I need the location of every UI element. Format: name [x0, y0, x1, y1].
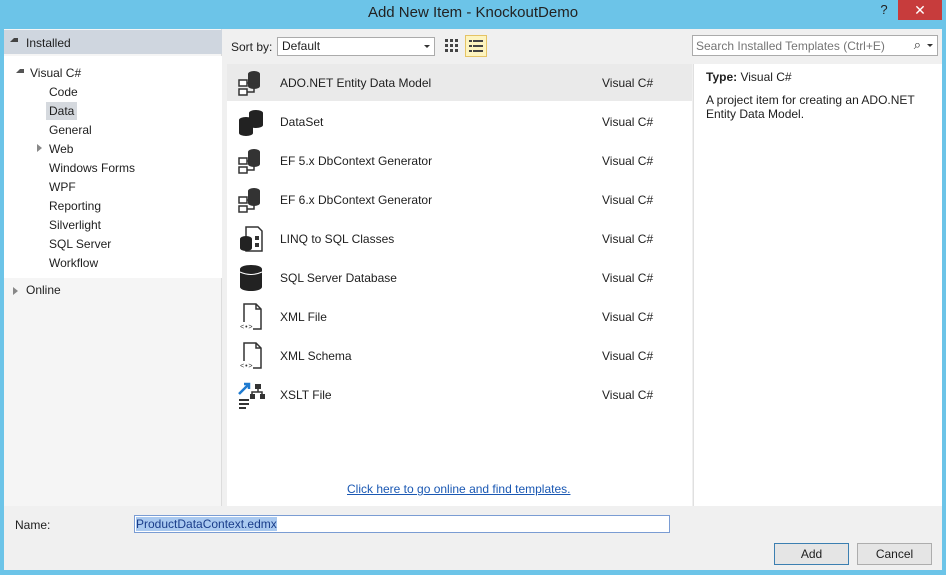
list-view-icon [469, 40, 483, 52]
search-dropdown-icon[interactable] [927, 44, 933, 47]
entity-model-icon [238, 71, 260, 96]
tree-node-data[interactable]: Data [46, 102, 78, 120]
svg-text:<•>: <•> [240, 324, 253, 332]
ef-generator-icon [238, 149, 260, 174]
template-name: DataSet [280, 115, 324, 129]
search-input[interactable] [696, 37, 902, 54]
tree-body: Visual C# Code Data General Web Windows … [4, 56, 222, 278]
online-templates-link[interactable]: Click here to go online and find templat… [347, 482, 570, 496]
template-row[interactable]: XSLT File Visual C# [227, 376, 692, 413]
dropdown-arrow-icon [424, 45, 430, 48]
type-label: Type: [706, 70, 738, 84]
tree-node-general[interactable]: General [49, 121, 92, 139]
template-language: Visual C# [602, 76, 654, 90]
template-row[interactable]: LINQ to SQL Classes Visual C# [227, 220, 692, 257]
xml-schema-icon: <•> [239, 342, 262, 371]
tree-node-online[interactable]: Online [26, 283, 61, 297]
name-field[interactable]: ProductDataContext.edmx [134, 515, 670, 533]
dialog-client: Installed Visual C# Code Data General We… [4, 29, 942, 570]
medium-icons-view-button[interactable] [440, 35, 462, 57]
tree-header-installed[interactable]: Installed [4, 30, 222, 54]
template-name: XML Schema [280, 349, 352, 363]
template-name: SQL Server Database [280, 271, 397, 285]
template-row[interactable]: <•> XML File Visual C# [227, 298, 692, 335]
tree-node-reporting[interactable]: Reporting [49, 197, 101, 215]
template-list: ADO.NET Entity Data Model Visual C# Data… [227, 64, 692, 506]
expand-closed-icon[interactable] [13, 287, 18, 295]
sort-by-select[interactable]: Default [277, 37, 435, 56]
template-tree: Installed Visual C# Code Data General We… [4, 29, 222, 506]
template-name: XSLT File [280, 388, 332, 402]
name-label: Name: [15, 518, 51, 532]
template-language: Visual C# [602, 115, 654, 129]
template-language: Visual C# [602, 193, 654, 207]
template-language: Visual C# [602, 154, 654, 168]
template-description: A project item for creating an ADO.NET E… [706, 93, 915, 121]
tree-node-silverlight[interactable]: Silverlight [49, 216, 101, 234]
name-field-value: ProductDataContext.edmx [136, 517, 277, 531]
add-button[interactable]: Add [774, 543, 849, 565]
title-bar: Add New Item - KnockoutDemo ? ✕ [0, 0, 946, 28]
type-line: Type: Visual C# [706, 70, 792, 84]
tree-node-workflow[interactable]: Workflow [49, 254, 98, 272]
grid-view-icon [445, 39, 458, 52]
window-title: Add New Item - KnockoutDemo [367, 4, 579, 21]
cancel-button[interactable]: Cancel [857, 543, 932, 565]
template-name: EF 5.x DbContext Generator [280, 154, 433, 168]
list-view-button[interactable] [465, 35, 487, 57]
dataset-icon [239, 110, 263, 136]
search-icon[interactable]: ⌕ [914, 37, 921, 53]
tree-node-visual-csharp[interactable]: Visual C# [30, 64, 81, 82]
template-language: Visual C# [602, 388, 654, 402]
svg-text:<•>: <•> [240, 363, 253, 371]
template-row[interactable]: EF 6.x DbContext Generator Visual C# [227, 181, 692, 218]
database-icon [239, 265, 263, 291]
sort-by-value: Default [282, 39, 321, 53]
tree-node-sql-server[interactable]: SQL Server [49, 235, 111, 253]
template-name: XML File [280, 310, 327, 324]
expand-open-icon[interactable] [16, 69, 24, 73]
template-language: Visual C# [602, 310, 654, 324]
close-button[interactable]: ✕ [898, 0, 942, 20]
help-button[interactable]: ? [876, 2, 892, 20]
template-row[interactable]: EF 5.x DbContext Generator Visual C# [227, 142, 692, 179]
template-name: ADO.NET Entity Data Model [280, 76, 432, 90]
tree-node-code[interactable]: Code [49, 83, 78, 101]
expand-closed-icon[interactable] [37, 144, 42, 152]
tree-node-wpf[interactable]: WPF [49, 178, 76, 196]
tree-header-label: Installed [26, 36, 71, 50]
template-language: Visual C# [602, 232, 654, 246]
template-row[interactable]: <•> XML Schema Visual C# [227, 337, 692, 374]
tree-node-web[interactable]: Web [49, 140, 73, 158]
details-pane: Type: Visual C# A project item for creat… [693, 64, 942, 506]
template-language: Visual C# [602, 271, 654, 285]
collapse-icon [10, 38, 18, 42]
linq-icon [240, 226, 263, 252]
template-name: EF 6.x DbContext Generator [280, 193, 433, 207]
template-language: Visual C# [602, 349, 654, 363]
xslt-icon [238, 382, 265, 409]
tree-node-windows-forms[interactable]: Windows Forms [49, 159, 135, 177]
type-value: Visual C# [740, 70, 792, 84]
xml-file-icon: <•> [239, 303, 262, 332]
template-row[interactable]: DataSet Visual C# [227, 103, 692, 140]
ef-generator-icon [238, 188, 260, 213]
template-row[interactable]: SQL Server Database Visual C# [227, 259, 692, 296]
template-name: LINQ to SQL Classes [280, 232, 395, 246]
search-box[interactable]: ⌕ [692, 35, 938, 56]
template-row[interactable]: ADO.NET Entity Data Model Visual C# [227, 64, 692, 101]
sort-by-label: Sort by: [231, 40, 273, 54]
